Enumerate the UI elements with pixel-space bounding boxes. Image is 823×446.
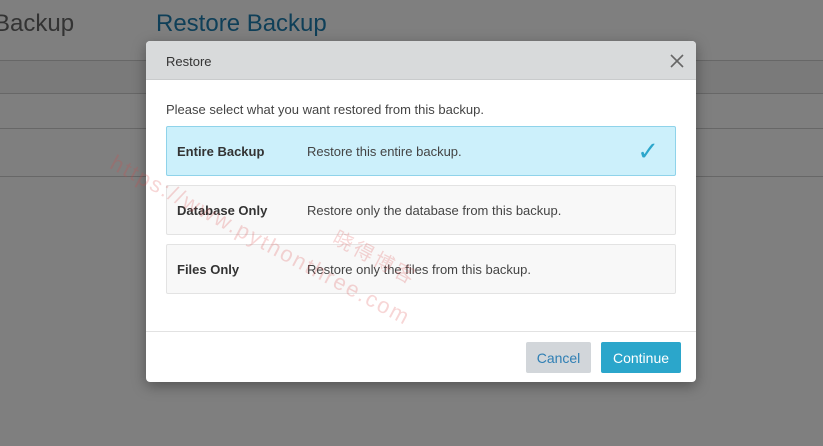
restore-dialog: Restore Please select what you want rest… [146, 41, 696, 382]
option-description: Restore this entire backup. [307, 144, 462, 159]
option-entire-backup[interactable]: Entire Backup Restore this entire backup… [166, 126, 676, 176]
continue-button[interactable]: Continue [601, 342, 681, 373]
dialog-body: Please select what you want restored fro… [146, 102, 696, 294]
dialog-header: Restore [146, 41, 696, 80]
option-name: Database Only [177, 203, 268, 218]
option-database-only[interactable]: Database Only Restore only the database … [166, 185, 676, 235]
close-icon[interactable] [668, 52, 686, 70]
option-description: Restore only the database from this back… [307, 203, 562, 218]
option-name: Files Only [177, 262, 240, 277]
option-files-only[interactable]: Files Only Restore only the files from t… [166, 244, 676, 294]
cancel-button[interactable]: Cancel [526, 342, 591, 373]
dialog-title: Restore [166, 54, 212, 69]
dialog-prompt: Please select what you want restored fro… [166, 102, 484, 117]
option-name: Entire Backup [177, 144, 265, 159]
option-description: Restore only the files from this backup. [307, 262, 531, 277]
checkmark-icon: ✓ [637, 136, 659, 166]
dialog-footer: Cancel Continue [146, 331, 696, 382]
